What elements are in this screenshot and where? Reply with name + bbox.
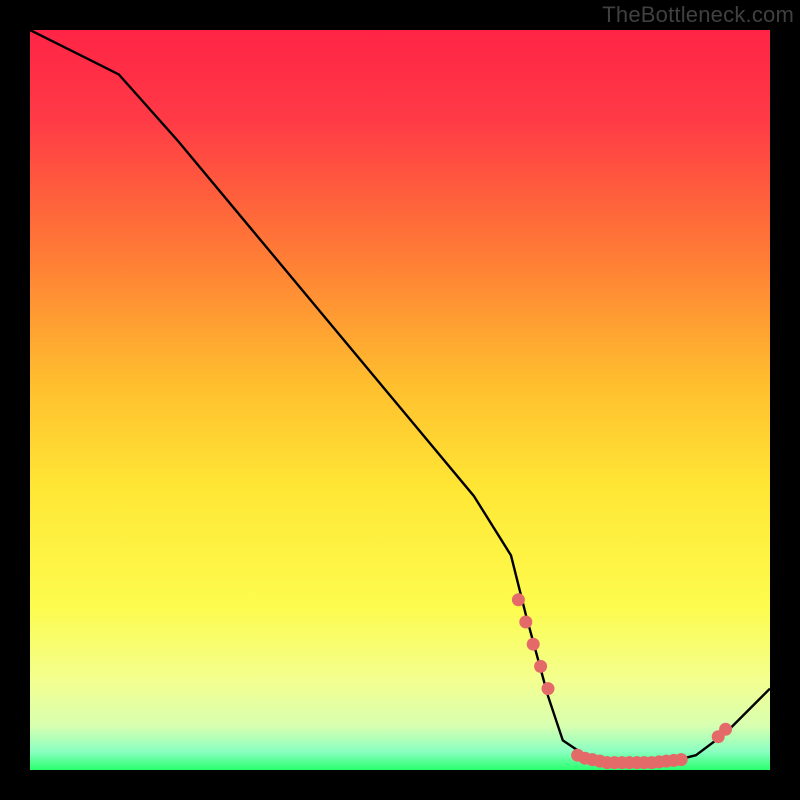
highlight-dot bbox=[527, 638, 540, 651]
bottleneck-curve-path bbox=[30, 30, 770, 763]
watermark-text: TheBottleneck.com bbox=[602, 2, 794, 28]
highlight-dot bbox=[519, 616, 532, 629]
highlight-dot bbox=[719, 723, 732, 736]
bottleneck-curve bbox=[30, 30, 770, 763]
plot-area bbox=[30, 30, 770, 770]
highlight-dot bbox=[512, 593, 525, 606]
highlight-dot bbox=[534, 660, 547, 673]
chart-svg bbox=[30, 30, 770, 770]
highlight-dot bbox=[675, 753, 688, 766]
highlight-dot bbox=[542, 682, 555, 695]
chart-container: TheBottleneck.com bbox=[0, 0, 800, 800]
